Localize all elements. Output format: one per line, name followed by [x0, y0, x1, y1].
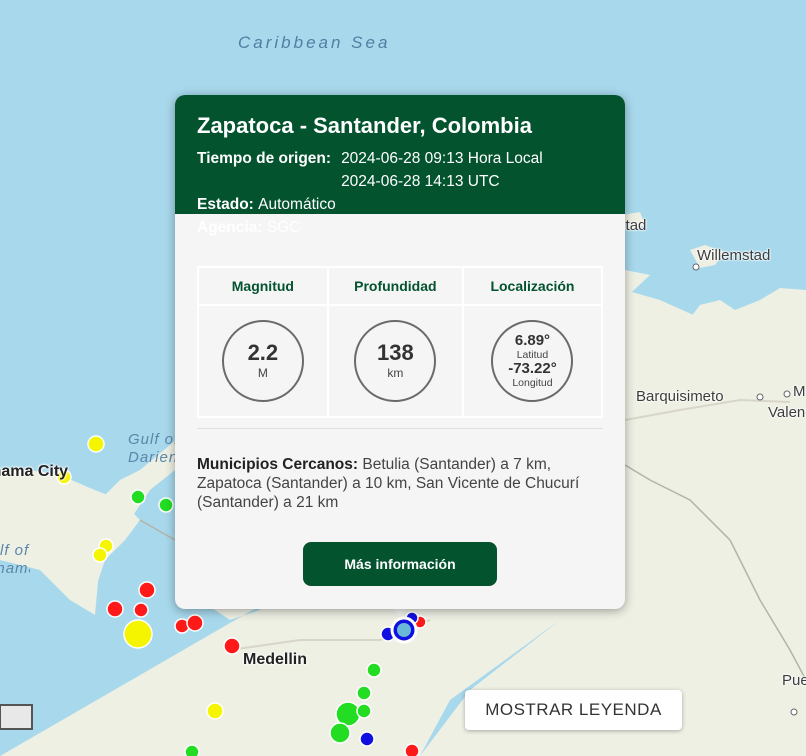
quake-marker: [123, 619, 153, 649]
city-label-barquisimeto: Barquisimeto: [636, 388, 724, 405]
city-dot: [783, 390, 791, 398]
location-header: Localización: [461, 266, 604, 306]
origin-utc-time: 2024-06-28 14:13 UTC: [341, 173, 500, 190]
magnitude-header: Magnitud: [197, 266, 329, 306]
municipalities-label: Municipios Cercanos:: [197, 456, 359, 473]
quake-marker: [106, 600, 124, 618]
origin-time-row: Tiempo de origen: 2024-06-28 09:13 Hora …: [197, 147, 603, 193]
depth-cell: 138 km: [326, 304, 464, 418]
longitude-value: -73.22°: [508, 360, 557, 377]
magnitude-cell: 2.2 M: [197, 304, 329, 418]
city-label-panama-city: Panama City: [0, 463, 69, 480]
city-label-valencia: Valencia: [768, 404, 806, 421]
quake-marker: [138, 581, 156, 599]
city-label-willemstad: Willemstad: [697, 247, 771, 264]
gulf-label: Gulf of Darien: [128, 431, 180, 466]
magnitude-unit: M: [257, 366, 268, 380]
quake-marker: [184, 744, 200, 756]
quake-marker: [158, 497, 174, 513]
quake-marker: [359, 731, 375, 747]
magnitude-circle: 2.2 M: [221, 320, 304, 402]
quake-marker: [329, 722, 351, 744]
popup-title: Zapatoca - Santander, Colombia: [197, 113, 532, 138]
scale-box: [0, 704, 33, 730]
agency-row: Agencia: SGC: [197, 216, 603, 239]
location-circle: 6.89° Latitud -73.22° Longitud: [491, 320, 574, 402]
divider: [197, 428, 603, 429]
quake-marker: [404, 743, 420, 756]
origin-local-time: 2024-06-28 09:13 Hora Local: [341, 150, 543, 167]
depth-circle: 138 km: [354, 320, 437, 402]
depth-value: 138: [376, 340, 414, 365]
city-dot: [790, 708, 798, 716]
latitude-value: 6.89°: [514, 332, 551, 349]
magnitude-value: 2.2: [247, 340, 279, 365]
location-cell: 6.89° Latitud -73.22° Longitud: [461, 304, 604, 418]
quake-marker: [87, 435, 105, 453]
quake-marker: [366, 662, 382, 678]
selected-quake-highlight: [397, 623, 411, 637]
agency-value: SGC: [266, 219, 301, 236]
city-label-maracay: M: [793, 383, 806, 400]
quake-marker: [130, 489, 146, 505]
gulf-panama-label: Gulf ofPanama: [0, 542, 30, 577]
status-row: Estado: Automático: [197, 193, 603, 216]
status-label: Estado:: [197, 196, 254, 213]
agency-label: Agencia:: [197, 219, 263, 236]
depth-header: Profundidad: [326, 266, 464, 306]
earthquake-popup: Zapatoca - Santander, Colombia Tiempo de…: [175, 95, 625, 609]
quake-marker: [133, 602, 149, 618]
status-value: Automático: [258, 196, 336, 213]
city-dot: [692, 263, 700, 271]
stats-table: Magnitud Profundidad Localización 2.2 M …: [197, 266, 604, 418]
city-label-puerto-ayacucho: Puerto Ayacucho: [782, 672, 806, 689]
popup-header: Zapatoca - Santander, Colombia Tiempo de…: [175, 95, 625, 236]
quake-marker: [356, 703, 372, 719]
nearby-municipalities: Municipios Cercanos: Betulia (Santander)…: [197, 455, 597, 512]
more-info-button[interactable]: Más información: [303, 542, 497, 586]
city-dot: [756, 393, 764, 401]
quake-marker: [92, 547, 108, 563]
quake-marker: [223, 637, 241, 655]
quake-marker: [206, 702, 224, 720]
quake-marker: [186, 614, 204, 632]
city-label-medellin: Medellin: [243, 651, 308, 668]
depth-unit: km: [387, 366, 404, 380]
origin-time-label: Tiempo de origen:: [197, 150, 332, 167]
sea-label: Caribbean Sea: [238, 33, 391, 52]
quake-marker: [356, 685, 372, 701]
longitude-label: Longitud: [512, 377, 553, 389]
show-legend-button[interactable]: MOSTRAR LEYENDA: [465, 690, 682, 730]
